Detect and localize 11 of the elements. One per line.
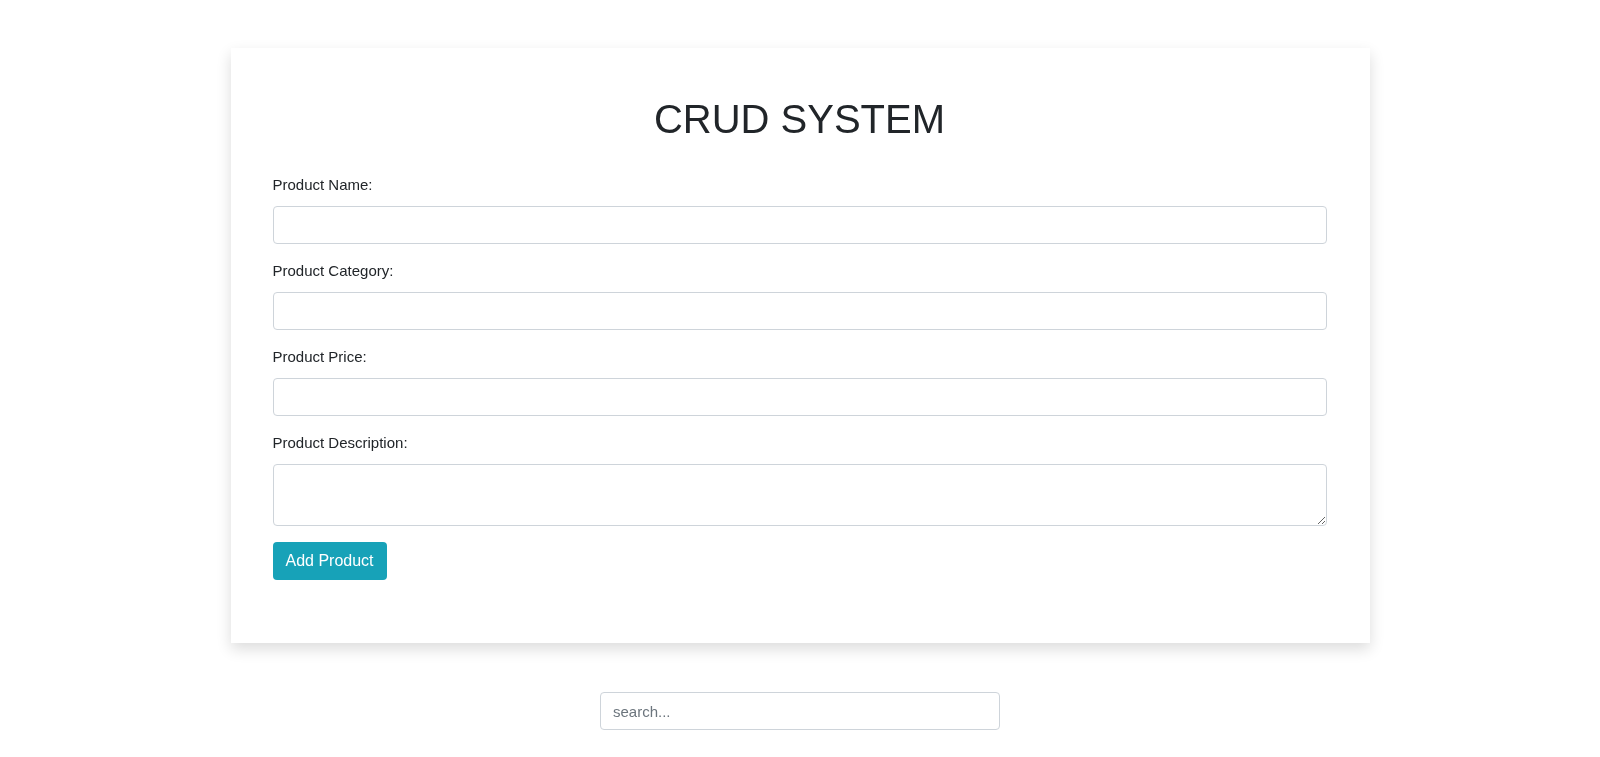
add-product-button[interactable]: Add Product <box>272 542 387 580</box>
text-input-field[interactable] <box>272 206 1327 244</box>
textarea-field[interactable] <box>272 464 1327 526</box>
field-label: Product Price: <box>272 347 367 367</box>
text-input-field[interactable] <box>272 292 1327 330</box>
field-label: Product Description: <box>272 433 408 453</box>
page-title: CRUD SYSTEM <box>653 96 946 143</box>
text-input-field[interactable] <box>272 378 1327 416</box>
field-label: Product Category: <box>272 261 394 281</box>
field-label: Product Name: <box>272 175 373 195</box>
search-field[interactable]: search... <box>600 692 1000 730</box>
